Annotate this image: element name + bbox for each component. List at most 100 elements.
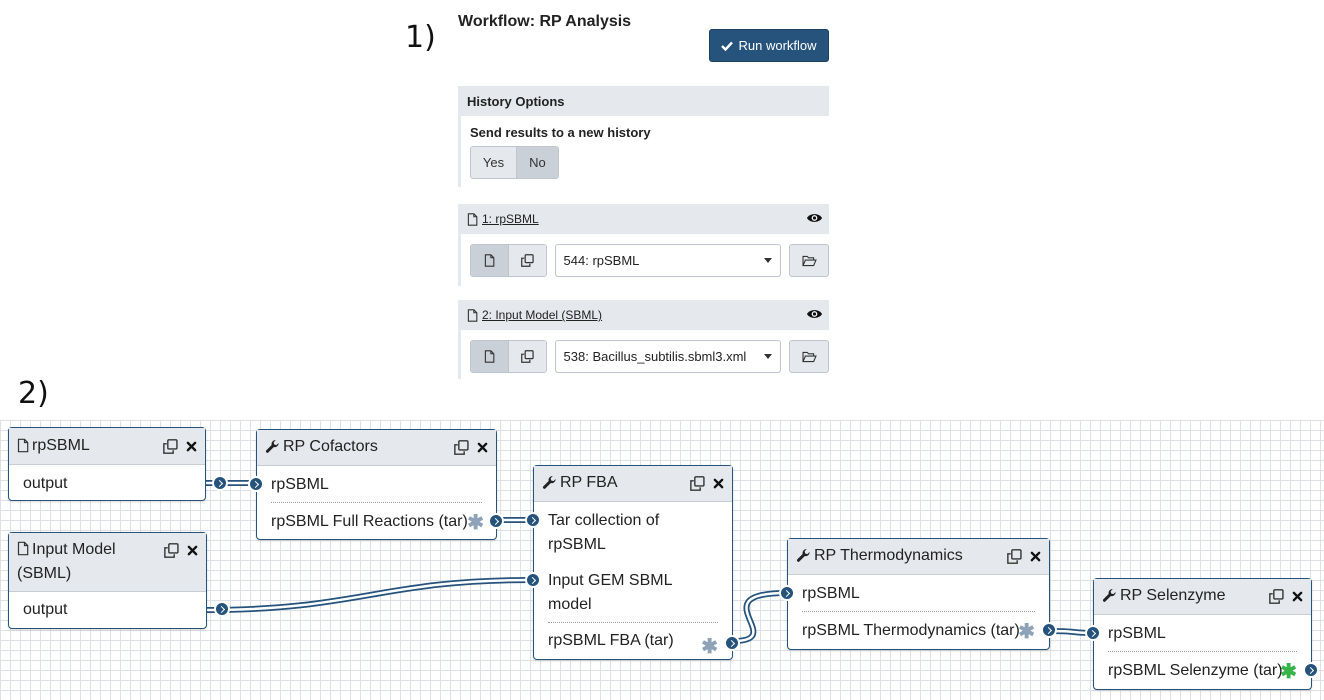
chevron-right-icon[interactable] <box>212 475 228 491</box>
copy-icon[interactable] <box>164 543 179 558</box>
input-label: Input GEM SBML model <box>548 572 672 613</box>
node-title: rpSBML <box>32 437 90 454</box>
chevron-right-icon[interactable] <box>779 585 795 601</box>
node-input: Tar collection of rpSBML <box>525 502 732 557</box>
copy-icon[interactable] <box>454 440 469 455</box>
eye-icon[interactable] <box>806 308 823 320</box>
chevron-down-icon <box>764 354 773 359</box>
node-input: rpSBML <box>248 466 496 502</box>
asterisk-icon: ✱ <box>701 636 718 658</box>
chevron-right-icon[interactable] <box>525 572 541 588</box>
node-title: RP Cofactors <box>283 438 378 455</box>
browse-datasets-button[interactable] <box>789 340 829 373</box>
workflow-canvas[interactable]: rpSBML output Input Model (SBML) output … <box>0 420 1324 700</box>
close-icon[interactable] <box>1292 591 1303 602</box>
step-2-label: 2) <box>18 376 49 411</box>
node-header: RP Thermodynamics <box>788 539 1049 575</box>
copy-icon[interactable] <box>690 476 705 491</box>
folder-open-icon <box>802 351 817 363</box>
close-icon[interactable] <box>187 545 198 556</box>
single-dataset-button[interactable] <box>471 341 509 372</box>
input-rpsbml-section: 1: rpSBML 544: rpSBML <box>458 204 829 286</box>
file-icon <box>467 309 478 322</box>
input-label: rpSBML <box>1108 625 1166 642</box>
chevron-right-icon[interactable] <box>525 512 541 528</box>
wrench-icon <box>1102 588 1117 603</box>
close-icon[interactable] <box>477 442 488 453</box>
input-rpsbml-title[interactable]: 1: rpSBML <box>482 212 539 226</box>
chevron-right-icon[interactable] <box>724 635 740 651</box>
history-yes-button[interactable]: Yes <box>471 147 517 178</box>
close-icon[interactable] <box>186 441 197 452</box>
file-icon <box>17 541 29 556</box>
output-label: output <box>23 601 68 618</box>
node-rp-cofactors[interactable]: RP Cofactors rpSBML rpSBML Full Reaction… <box>248 429 504 540</box>
output-label: output <box>23 475 68 492</box>
chevron-right-icon[interactable] <box>1085 625 1101 641</box>
output-label: rpSBML Thermodynamics (tar) <box>802 622 1020 639</box>
file-icon <box>484 254 495 267</box>
node-output: rpSBML Thermodynamics (tar) ✱ <box>788 612 1057 643</box>
model-dataset-select[interactable]: 538: Bacillus_subtilis.sbml3.xml <box>554 340 782 373</box>
model-dataset-value: 538: Bacillus_subtilis.sbml3.xml <box>563 349 747 364</box>
chevron-down-icon <box>764 258 773 263</box>
input-model-section: 2: Input Model (SBML) 538: Bacillus_subt… <box>458 300 829 379</box>
single-dataset-button[interactable] <box>471 245 509 276</box>
input-model-title[interactable]: 2: Input Model (SBML) <box>482 308 602 322</box>
history-options-header: History Options <box>461 86 829 116</box>
copy-icon[interactable] <box>163 439 178 454</box>
input-label: rpSBML <box>271 476 329 493</box>
node-output: rpSBML Full Reactions (tar) ✱ <box>257 503 504 534</box>
new-history-label: Send results to a new history <box>470 125 651 140</box>
asterisk-icon: ✱ <box>1280 661 1297 683</box>
chevron-right-icon[interactable] <box>488 513 504 529</box>
chevron-right-icon[interactable] <box>248 476 264 492</box>
history-no-button[interactable]: No <box>516 147 558 178</box>
chevron-right-icon[interactable] <box>1303 662 1319 678</box>
node-output: rpSBML FBA (tar) ✱ <box>534 623 740 658</box>
file-icon <box>467 213 478 226</box>
close-icon[interactable] <box>713 478 724 489</box>
asterisk-icon: ✱ <box>467 512 484 534</box>
copy-icon[interactable] <box>1007 549 1022 564</box>
node-rpsbml-input[interactable]: rpSBML output <box>8 427 228 501</box>
wire-fba-thermo <box>730 590 789 644</box>
run-workflow-button[interactable]: Run workflow <box>709 29 829 62</box>
node-output: output <box>9 465 228 496</box>
chevron-right-icon[interactable] <box>214 601 230 617</box>
input-type-selector <box>470 340 547 373</box>
node-header: RP Selenzyme <box>1094 579 1311 615</box>
node-title: Input Model (SBML) <box>17 541 116 582</box>
node-rp-fba[interactable]: RP FBA Tar collection of rpSBML Input GE… <box>525 465 740 660</box>
check-icon <box>721 41 733 51</box>
node-title: RP Thermodynamics <box>814 547 963 564</box>
node-title: RP Selenzyme <box>1120 587 1226 604</box>
output-label: rpSBML Full Reactions (tar) <box>271 513 468 530</box>
node-rp-selenzyme[interactable]: RP Selenzyme rpSBML rpSBML Selenzyme (ta… <box>1085 578 1319 690</box>
node-output: output <box>9 592 230 622</box>
file-icon <box>484 350 495 363</box>
node-input: rpSBML <box>779 575 1049 611</box>
multiple-datasets-button[interactable] <box>508 245 546 276</box>
history-options-section: History Options Send results to a new hi… <box>458 86 829 187</box>
multiple-datasets-button[interactable] <box>508 341 546 372</box>
output-label: rpSBML Selenzyme (tar) <box>1108 662 1283 679</box>
workflow-title: Workflow: RP Analysis <box>458 13 632 30</box>
node-header: Input Model (SBML) <box>9 533 206 592</box>
node-input-model[interactable]: Input Model (SBML) output <box>8 532 230 629</box>
folder-open-icon <box>802 255 817 267</box>
eye-icon[interactable] <box>806 212 823 224</box>
rpsbml-dataset-value: 544: rpSBML <box>563 253 640 268</box>
node-rp-thermodynamics[interactable]: RP Thermodynamics rpSBML rpSBML Thermody… <box>779 538 1057 650</box>
node-input: Input GEM SBML model <box>525 557 732 622</box>
wrench-icon <box>265 439 280 454</box>
copy-icon[interactable] <box>1269 589 1284 604</box>
rpsbml-dataset-select[interactable]: 544: rpSBML <box>554 244 782 277</box>
node-header: rpSBML <box>9 428 205 465</box>
browse-datasets-button[interactable] <box>789 244 829 277</box>
node-title: RP FBA <box>560 474 618 491</box>
close-icon[interactable] <box>1030 551 1041 562</box>
chevron-right-icon[interactable] <box>1041 622 1057 638</box>
node-header: RP Cofactors <box>257 430 496 466</box>
run-workflow-label: Run workflow <box>738 38 817 53</box>
